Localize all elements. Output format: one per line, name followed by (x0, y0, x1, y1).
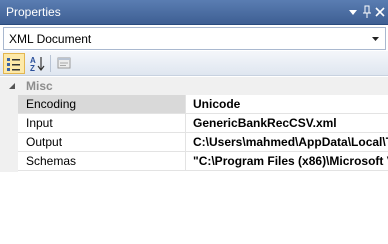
property-value: "C:\Program Files (x86)\Microsoft Vi (193, 154, 388, 168)
property-value-cell[interactable]: Unicode (187, 95, 388, 113)
categorized-button[interactable] (3, 53, 25, 74)
property-name: Schemas (26, 154, 77, 168)
alphabetical-icon: A Z (30, 56, 45, 72)
property-value-cell[interactable]: "C:\Program Files (x86)\Microsoft Vi (187, 152, 388, 170)
property-row-output[interactable]: Output C:\Users\mahmed\AppData\Local\Te (18, 133, 388, 152)
property-row-input[interactable]: Input GenericBankRecCSV.xml (18, 114, 388, 133)
close-icon[interactable] (373, 4, 387, 20)
property-value-cell[interactable]: C:\Users\mahmed\AppData\Local\Te (187, 133, 388, 151)
collapse-triangle-icon[interactable] (8, 82, 16, 90)
property-name-cell[interactable]: Input (18, 114, 186, 132)
categorized-icon (7, 58, 20, 71)
property-name: Encoding (26, 97, 77, 111)
property-pages-icon (57, 57, 71, 69)
panel-title: Properties (6, 5, 61, 19)
window-position-dropdown-icon[interactable] (346, 4, 360, 20)
property-name: Input (26, 116, 53, 130)
category-label: Misc (26, 79, 53, 93)
alphabetical-button[interactable]: A Z (27, 53, 49, 74)
chevron-down-icon[interactable] (370, 33, 381, 44)
properties-toolbar: A Z (0, 51, 388, 76)
properties-titlebar: Properties (0, 0, 388, 25)
auto-hide-pin-icon[interactable] (360, 4, 374, 20)
property-grid: Misc Encoding Unicode Input GenericBankR… (0, 77, 388, 172)
toolbar-separator (50, 55, 51, 72)
property-pages-button[interactable] (54, 53, 76, 74)
category-row-misc[interactable]: Misc (0, 77, 388, 95)
property-value: C:\Users\mahmed\AppData\Local\Te (193, 135, 388, 149)
object-selector-value: XML Document (9, 32, 92, 46)
property-value: Unicode (193, 97, 241, 111)
property-name-cell[interactable]: Encoding (18, 95, 186, 113)
object-selector-dropdown[interactable]: XML Document (3, 27, 386, 50)
property-value-cell[interactable]: GenericBankRecCSV.xml (187, 114, 388, 132)
property-row-encoding[interactable]: Encoding Unicode (18, 95, 388, 114)
property-grid-empty-area (0, 172, 388, 244)
property-name: Output (26, 135, 63, 149)
property-row-schemas[interactable]: Schemas "C:\Program Files (x86)\Microsof… (18, 152, 388, 171)
property-name-cell[interactable]: Schemas (18, 152, 186, 170)
svg-text:Z: Z (30, 64, 35, 72)
property-value: GenericBankRecCSV.xml (193, 116, 337, 130)
property-name-cell[interactable]: Output (18, 133, 186, 151)
